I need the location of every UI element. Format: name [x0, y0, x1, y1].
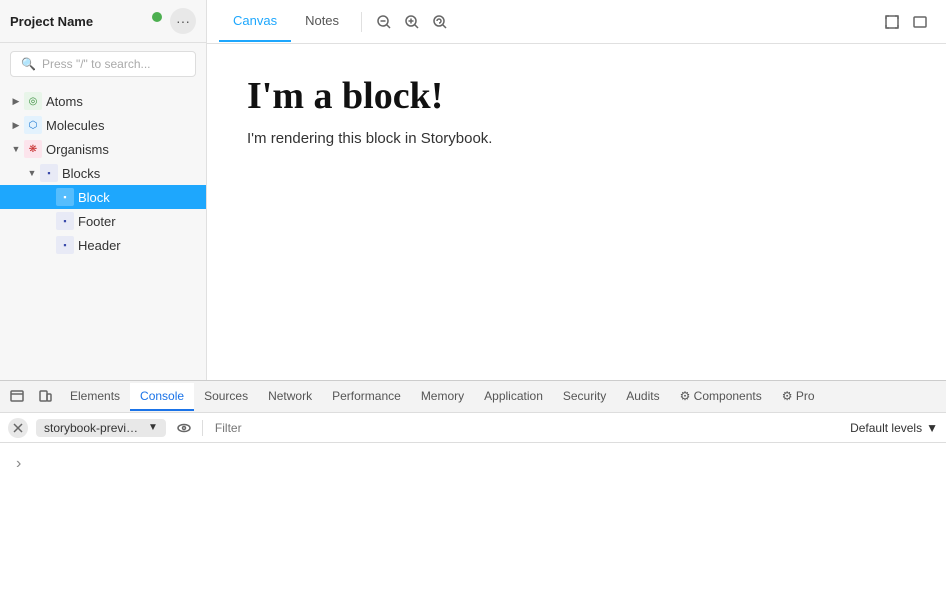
device-toolbar-button[interactable]: [32, 384, 58, 410]
status-indicator: [142, 10, 164, 32]
tab-elements[interactable]: Elements: [60, 383, 130, 411]
arrow-icon: ▶: [8, 120, 24, 131]
organism-icon: ❋: [24, 140, 42, 158]
tab-console[interactable]: Console: [130, 383, 194, 411]
clear-console-button[interactable]: [8, 418, 28, 438]
project-name: Project Name: [10, 14, 93, 29]
arrow-icon: ▼: [8, 144, 24, 154]
tab-sources[interactable]: Sources: [194, 383, 258, 411]
devtools-toolbar: storybook-preview... ▼ Default levels ▼: [0, 413, 946, 443]
more-options-button[interactable]: ···: [170, 8, 196, 34]
filter-separator: [202, 420, 203, 436]
tab-canvas[interactable]: Canvas: [219, 1, 291, 42]
sidebar-item-block[interactable]: ▪ Block: [0, 185, 206, 209]
header-icon: ▪: [56, 236, 74, 254]
tab-security[interactable]: Security: [553, 383, 616, 411]
atom-icon: ◎: [24, 92, 42, 110]
block-title: I'm a block!: [247, 74, 906, 118]
tab-components[interactable]: ⚙ Components: [670, 383, 772, 411]
zoom-out-button[interactable]: [370, 8, 398, 36]
sidebar-item-label: Molecules: [46, 118, 105, 133]
fullscreen-button[interactable]: [906, 8, 934, 36]
tab-performance[interactable]: Performance: [322, 383, 411, 411]
tab-audits[interactable]: Audits: [616, 383, 669, 411]
tab-network[interactable]: Network: [258, 383, 322, 411]
canvas-toolbar: Canvas Notes: [207, 0, 946, 44]
footer-icon: ▪: [56, 212, 74, 230]
block-subtitle: I'm rendering this block in Storybook.: [247, 130, 906, 147]
sidebar-item-label: Footer: [78, 214, 116, 229]
devtools-panel: Elements Console Sources Network Perform…: [0, 380, 946, 600]
sidebar: Project Name ··· 🔍 Press "/" to search..…: [0, 0, 207, 380]
zoom-in-button[interactable]: [398, 8, 426, 36]
sidebar-item-atoms[interactable]: ▶ ◎ Atoms: [0, 89, 206, 113]
canvas-content: I'm a block! I'm rendering this block in…: [207, 44, 946, 380]
tab-profiler[interactable]: ⚙ Pro: [772, 383, 825, 411]
context-selector-label: storybook-preview...: [44, 421, 144, 435]
fit-screen-button[interactable]: [878, 8, 906, 36]
filter-input[interactable]: [209, 419, 844, 437]
levels-chevron-icon: ▼: [926, 421, 938, 435]
sidebar-item-organisms[interactable]: ▼ ❋ Organisms: [0, 137, 206, 161]
sidebar-item-label: Blocks: [62, 166, 100, 181]
search-placeholder: Press "/" to search...: [42, 57, 151, 71]
sidebar-item-blocks[interactable]: ▼ ▪ Blocks: [0, 161, 206, 185]
sidebar-item-label: Block: [78, 190, 110, 205]
sidebar-item-header[interactable]: ▪ Header: [0, 233, 206, 257]
status-dot: [152, 12, 162, 22]
arrow-icon: ▶: [8, 96, 24, 107]
sidebar-item-molecules[interactable]: ▶ ⬡ Molecules: [0, 113, 206, 137]
blocks-icon: ▪: [40, 164, 58, 182]
chevron-down-icon: ▼: [148, 422, 158, 433]
inspect-element-button[interactable]: [4, 384, 30, 410]
search-icon: 🔍: [21, 57, 36, 71]
sidebar-header: Project Name ···: [0, 0, 206, 43]
main-area: Canvas Notes: [207, 0, 946, 380]
sidebar-header-actions: ···: [142, 8, 196, 34]
arrow-icon: ▼: [24, 168, 40, 178]
search-box[interactable]: 🔍 Press "/" to search...: [10, 51, 196, 77]
expand-icon: ›: [16, 455, 21, 473]
devtools-tab-bar: Elements Console Sources Network Perform…: [0, 381, 946, 413]
navigation-tree: ▶ ◎ Atoms ▶ ⬡ Molecules ▼ ❋ Organisms: [0, 85, 206, 380]
reset-zoom-button[interactable]: [426, 8, 454, 36]
tab-memory[interactable]: Memory: [411, 383, 474, 411]
sidebar-item-label: Header: [78, 238, 121, 253]
toolbar-separator: [361, 12, 362, 32]
sidebar-item-label: Atoms: [46, 94, 83, 109]
devtools-content: ›: [0, 443, 946, 600]
sidebar-item-footer[interactable]: ▪ Footer: [0, 209, 206, 233]
eye-button[interactable]: [172, 416, 196, 440]
tab-notes[interactable]: Notes: [291, 1, 353, 42]
context-selector[interactable]: storybook-preview... ▼: [36, 419, 166, 437]
default-levels-selector[interactable]: Default levels ▼: [850, 421, 938, 435]
sidebar-item-label: Organisms: [46, 142, 109, 157]
block-icon: ▪: [56, 188, 74, 206]
tab-application[interactable]: Application: [474, 383, 553, 411]
molecule-icon: ⬡: [24, 116, 42, 134]
levels-label: Default levels: [850, 421, 922, 435]
console-expand-row[interactable]: ›: [8, 451, 938, 477]
